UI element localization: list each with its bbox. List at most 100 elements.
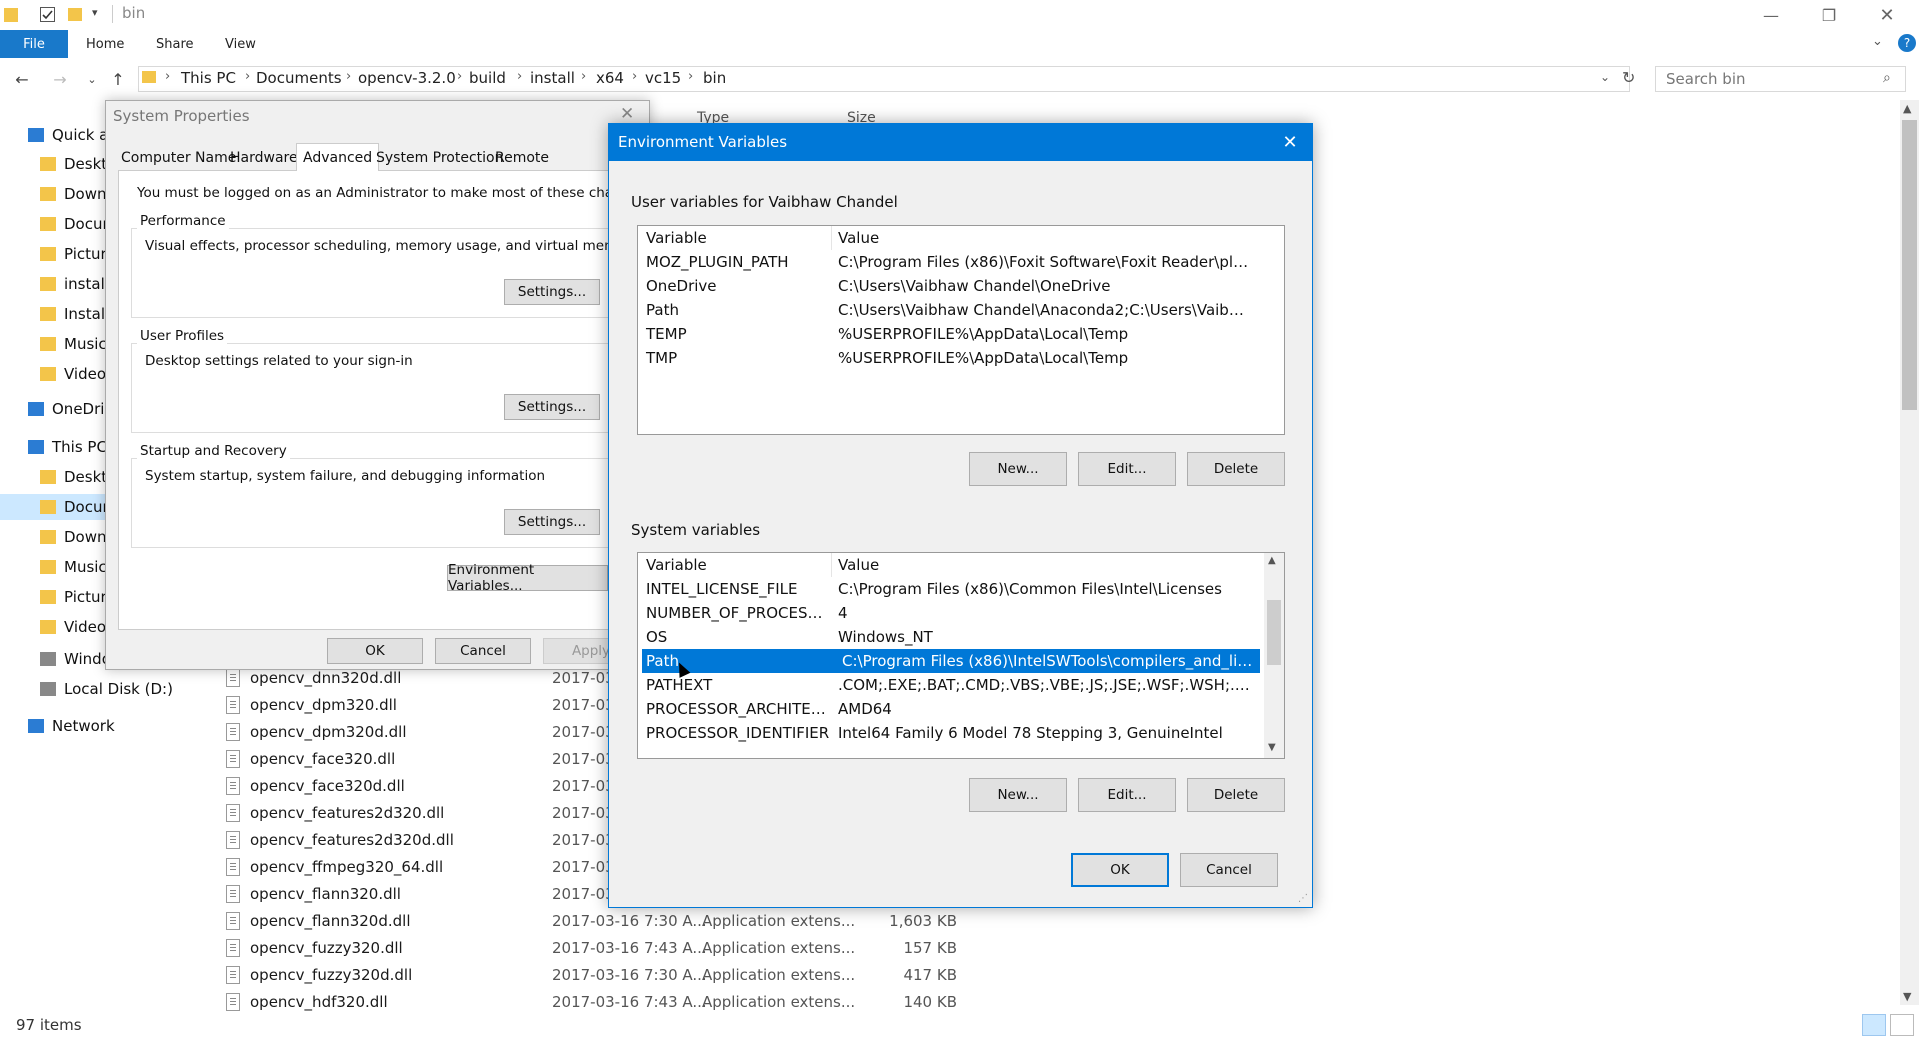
user-edit-button[interactable]: Edit... <box>1078 452 1176 486</box>
back-arrow-icon[interactable]: ← <box>10 68 34 90</box>
help-icon[interactable]: ? <box>1898 34 1916 52</box>
dll-file-icon <box>226 722 240 741</box>
system-delete-button[interactable]: Delete <box>1187 778 1285 812</box>
file-date: 2017-03-16 7:30 A... <box>552 965 707 984</box>
customize-toolbar-chevron-icon[interactable]: ▾ <box>92 6 98 19</box>
nav-item-label: Local Disk (D:) <box>64 680 173 698</box>
recent-locations-chevron-icon[interactable]: ⌄ <box>80 68 104 90</box>
environment-variables-button[interactable]: Environment Variables... <box>447 562 608 594</box>
breadcrumb-separator: › <box>632 69 638 84</box>
new-folder-icon[interactable] <box>68 8 82 21</box>
system-properties-cancel-button[interactable]: Cancel <box>435 638 531 664</box>
breadcrumb-bin[interactable]: bin <box>703 69 726 87</box>
expand-ribbon-chevron-icon[interactable]: ⌄ <box>1872 34 1883 49</box>
variable-row[interactable]: PROCESSOR_ARCHITECTU... AMD64 <box>638 697 1284 721</box>
variable-row[interactable]: NUMBER_OF_PROCESSORS 4 <box>638 601 1284 625</box>
user-new-button[interactable]: New... <box>969 452 1067 486</box>
large-icons-view-icon[interactable] <box>1890 1014 1914 1036</box>
breadcrumb-x64[interactable]: x64 <box>596 69 624 87</box>
startup-recovery-settings-button[interactable]: Settings... <box>504 509 600 535</box>
system-edit-button[interactable]: Edit... <box>1078 778 1176 812</box>
system-new-button[interactable]: New... <box>969 778 1067 812</box>
breadcrumb-build[interactable]: build <box>469 69 506 87</box>
file-size: 140 KB <box>903 992 957 1011</box>
nav-item[interactable]: Local Disk (D:) <box>0 676 200 702</box>
tab-file[interactable]: File <box>0 30 68 58</box>
tab-share[interactable]: Share <box>156 30 194 58</box>
tab-view[interactable]: View <box>225 30 256 58</box>
variable-row[interactable]: OneDrive C:\Users\Vaibhaw Chandel\OneDriv… <box>638 274 1284 298</box>
variable-row[interactable]: PATHEXT .COM;.EXE;.BAT;.CMD;.VBS;.VBE;.JS… <box>638 673 1284 697</box>
refresh-icon[interactable]: ↻ <box>1622 68 1635 87</box>
user-variable-column-header[interactable]: Variable <box>638 229 831 247</box>
variable-row[interactable]: INTEL_LICENSE_FILE C:\Program Files (x86)… <box>638 577 1284 601</box>
system-variables-scrollbar-thumb[interactable] <box>1267 600 1281 665</box>
system-properties-ok-button[interactable]: OK <box>327 638 423 664</box>
file-type: Application extens... <box>702 938 856 957</box>
file-name: opencv_dpm320.dll <box>250 695 397 714</box>
file-name: opencv_face320.dll <box>250 749 396 768</box>
system-properties-title: System Properties <box>113 107 250 125</box>
network-icon <box>28 719 44 733</box>
file-row[interactable]: opencv_hdf320.dll 2017-03-16 7:43 A... App… <box>222 988 957 1015</box>
variable-value: %USERPROFILE%\AppData\Local\Temp <box>838 325 1129 343</box>
tab-home[interactable]: Home <box>86 30 124 58</box>
performance-label: Performance <box>137 213 229 229</box>
close-button[interactable]: ✕ <box>1858 0 1916 30</box>
minimize-button[interactable]: — <box>1742 0 1800 30</box>
breadcrumb-documents[interactable]: Documents <box>256 69 342 87</box>
variable-value: C:\Users\Vaibhaw Chandel\OneDrive <box>838 277 1111 295</box>
variable-row[interactable]: Path C:\Users\Vaibhaw Chandel\Anaconda2;C… <box>638 298 1284 322</box>
breadcrumb-this-pc[interactable]: This PC <box>181 69 236 87</box>
scroll-up-arrow-icon[interactable]: ▲ <box>1903 102 1911 115</box>
variable-value: %USERPROFILE%\AppData\Local\Temp <box>838 349 1129 367</box>
tab-advanced[interactable]: Advanced <box>296 143 380 171</box>
system-value-column-header[interactable]: Value <box>832 556 1252 574</box>
environment-variables-cancel-button[interactable]: Cancel <box>1180 853 1278 887</box>
system-variable-column-header[interactable]: Variable <box>638 556 831 574</box>
forward-arrow-icon[interactable]: → <box>48 68 72 90</box>
resize-grip-icon[interactable]: ⋰ <box>1298 893 1310 905</box>
performance-settings-button[interactable]: Settings... <box>504 279 600 305</box>
list-scroll-up-icon[interactable]: ▲ <box>1268 555 1276 566</box>
properties-checkbox-icon[interactable] <box>40 7 55 22</box>
variable-row[interactable]: MOZ_PLUGIN_PATH C:\Program Files (x86)\Fo… <box>638 250 1284 274</box>
system-variables-header: Variable Value <box>638 553 1284 577</box>
breadcrumb-vc15[interactable]: vc15 <box>645 69 681 87</box>
file-row[interactable]: opencv_flann320d.dll 2017-03-16 7:30 A...… <box>222 907 957 934</box>
system-properties-close-icon[interactable]: ✕ <box>620 104 634 124</box>
user-value-column-header[interactable]: Value <box>832 229 1252 247</box>
file-list-scrollbar-thumb[interactable] <box>1902 120 1917 410</box>
address-dropdown-chevron-icon[interactable]: ⌄ <box>1600 70 1610 84</box>
variable-row-selected[interactable]: Path C:\Program Files (x86)\IntelSWTools\… <box>642 649 1260 673</box>
variable-row[interactable]: PROCESSOR_IDENTIFIER Intel64 Family 6 Mod… <box>638 721 1284 745</box>
nav-item[interactable]: Network <box>0 713 200 739</box>
variable-value: C:\Program Files (x86)\Common Files\Inte… <box>838 580 1222 598</box>
variable-value: Windows_NT <box>838 628 933 646</box>
dll-file-icon <box>226 965 240 984</box>
variable-row[interactable]: TMP %USERPROFILE%\AppData\Local\Temp <box>638 346 1284 370</box>
variable-row[interactable]: OS Windows_NT <box>638 625 1284 649</box>
list-scroll-down-icon[interactable]: ▼ <box>1268 742 1276 753</box>
window-title: bin <box>122 4 146 22</box>
details-view-icon[interactable] <box>1862 1014 1886 1036</box>
variable-row[interactable]: TEMP %USERPROFILE%\AppData\Local\Temp <box>638 322 1284 346</box>
file-row[interactable]: opencv_fuzzy320d.dll 2017-03-16 7:30 A...… <box>222 961 957 988</box>
dll-file-icon <box>226 992 240 1011</box>
environment-variables-close-icon[interactable]: ✕ <box>1277 130 1303 154</box>
scroll-down-arrow-icon[interactable]: ▼ <box>1903 990 1911 1003</box>
restore-button[interactable]: ❐ <box>1800 0 1858 30</box>
user-profiles-settings-button[interactable]: Settings... <box>504 394 600 420</box>
file-type: Application extens... <box>702 965 856 984</box>
environment-variables-ok-button[interactable]: OK <box>1071 853 1169 887</box>
up-arrow-icon[interactable]: ↑ <box>106 68 130 90</box>
user-delete-button[interactable]: Delete <box>1187 452 1285 486</box>
file-row[interactable]: opencv_fuzzy320.dll 2017-03-16 7:43 A... A… <box>222 934 957 961</box>
search-input[interactable]: Search bin <box>1655 66 1906 92</box>
music-folder-icon <box>40 337 56 351</box>
breadcrumb-install[interactable]: install <box>530 69 575 87</box>
tab-hardware[interactable]: Hardware <box>224 146 304 170</box>
breadcrumb-opencv[interactable]: opencv-3.2.0 <box>358 69 456 87</box>
tab-remote[interactable]: Remote <box>489 146 555 170</box>
nav-item-label: Docur <box>64 215 109 233</box>
